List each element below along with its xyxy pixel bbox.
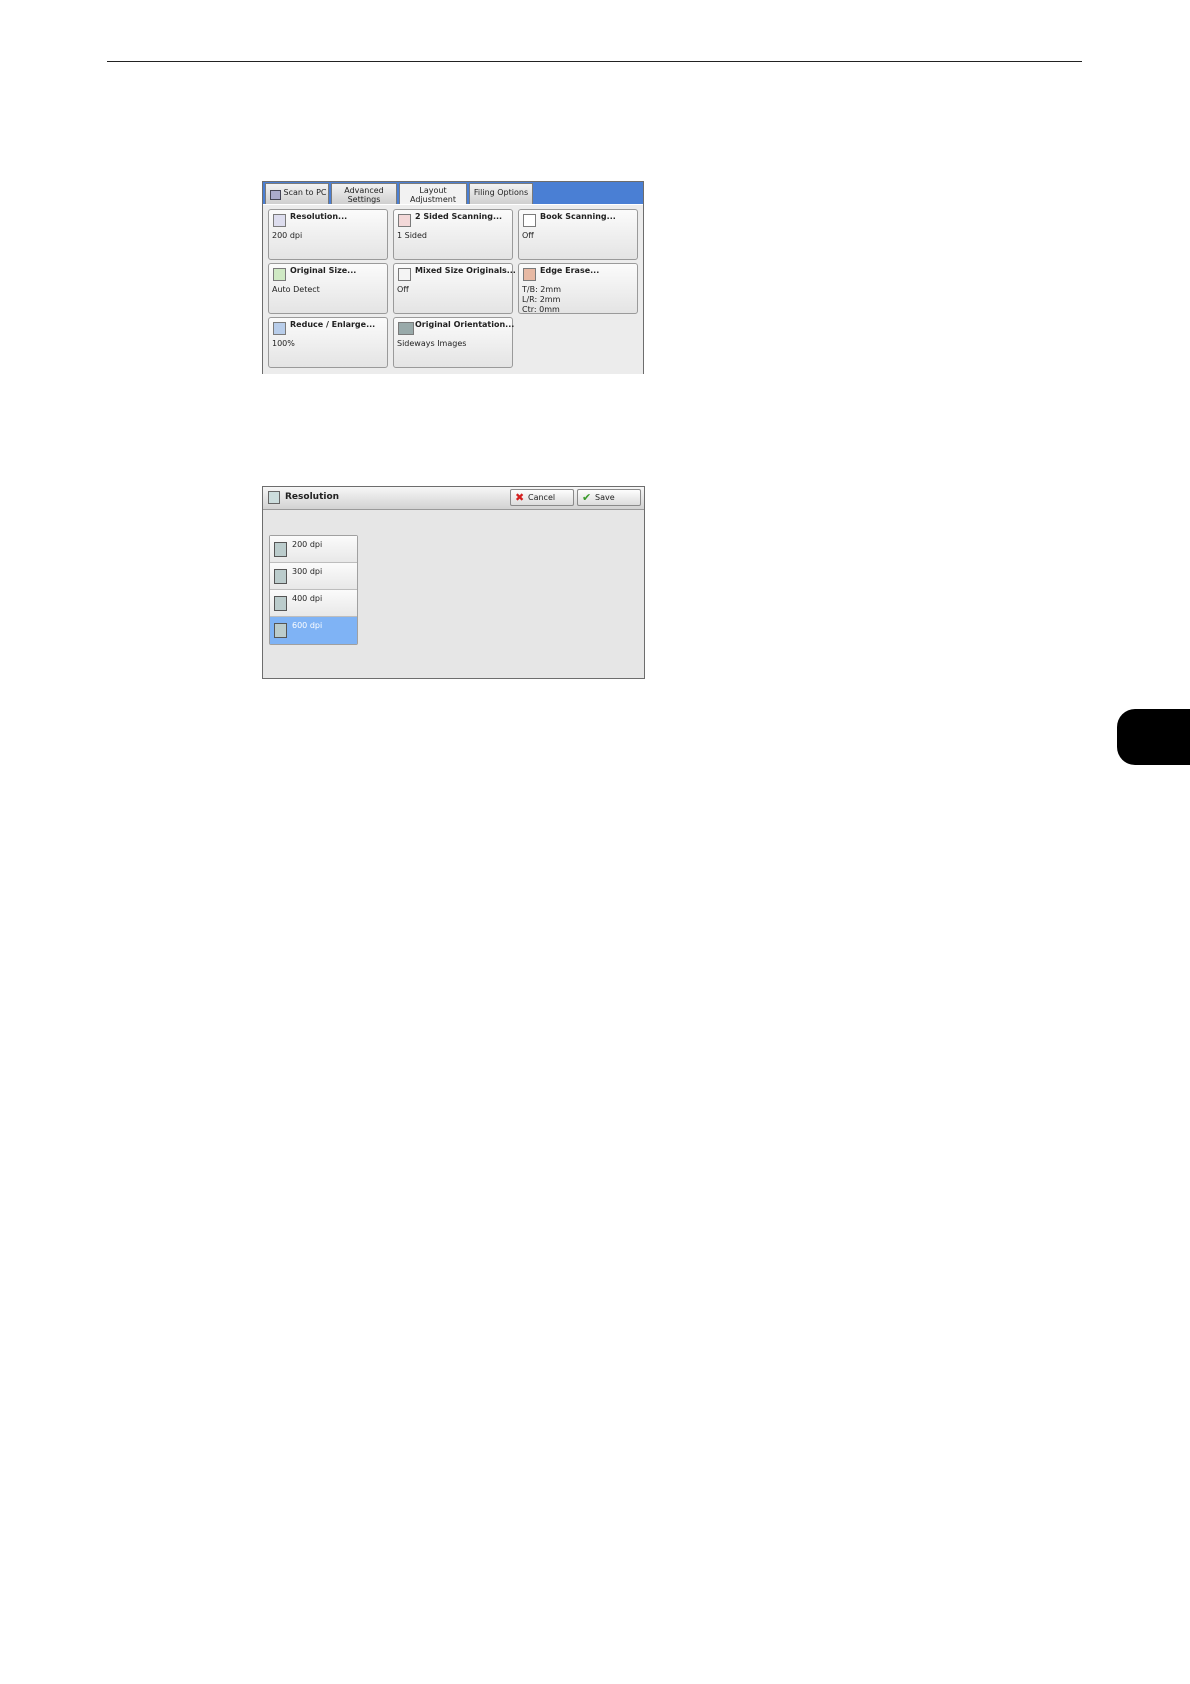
layout-adjustment-screen: Scan to PC Advanced Settings Layout Adju… (262, 181, 644, 374)
tab-layout-adjustment[interactable]: Layout Adjustment (399, 183, 467, 205)
book-icon (523, 214, 536, 227)
resolution-option-icon (274, 569, 287, 584)
orientation-icon (398, 322, 414, 335)
option-300-dpi[interactable]: 300 dpi (270, 563, 357, 590)
feature-panel: Resolution... 200 dpi 2 Sided Scanning..… (263, 204, 643, 374)
resolution-button[interactable]: Resolution... 200 dpi (268, 209, 388, 260)
resolution-option-icon (274, 623, 287, 638)
resolution-option-icon (274, 596, 287, 611)
original-orientation-button[interactable]: Original Orientation... Sideways Images (393, 317, 514, 368)
book-scanning-button[interactable]: Book Scanning... Off (518, 209, 638, 260)
resolution-screen: Resolution ✖ Cancel ✔ Save 200 dpi 300 d… (262, 486, 645, 679)
resolution-options-list: 200 dpi 300 dpi 400 dpi 600 dpi (269, 535, 358, 645)
two-sided-icon (398, 214, 411, 227)
resolution-option-icon (274, 542, 287, 557)
original-size-icon (273, 268, 286, 281)
option-200-dpi[interactable]: 200 dpi (270, 536, 357, 563)
resolution-icon (273, 214, 286, 227)
scan-to-pc-icon (270, 190, 281, 200)
reduce-enlarge-icon (273, 322, 286, 335)
chapter-side-tab (1117, 709, 1190, 765)
original-size-button[interactable]: Original Size... Auto Detect (268, 263, 388, 314)
edge-erase-icon (523, 268, 536, 281)
save-button[interactable]: ✔ Save (577, 489, 641, 506)
cancel-x-icon: ✖ (515, 491, 525, 504)
checkmark-icon: ✔ (582, 491, 592, 504)
option-600-dpi[interactable]: 600 dpi (270, 617, 357, 644)
tab-scan-to-pc[interactable]: Scan to PC (265, 183, 329, 204)
header-rule (107, 61, 1082, 62)
resolution-icon (268, 491, 280, 504)
title-bar: Resolution ✖ Cancel ✔ Save (263, 487, 644, 510)
mixed-size-icon (398, 268, 411, 281)
tab-filing-options[interactable]: Filing Options (469, 183, 533, 204)
screen-title: Resolution (285, 492, 340, 502)
tab-bar: Scan to PC Advanced Settings Layout Adju… (263, 182, 643, 205)
reduce-enlarge-button[interactable]: Reduce / Enlarge... 100% (268, 317, 388, 368)
edge-erase-values: T/B: 2mm L/R: 2mm Ctr: 0mm (522, 285, 561, 314)
two-sided-scanning-button[interactable]: 2 Sided Scanning... 1 Sided (393, 209, 513, 260)
tab-advanced-settings[interactable]: Advanced Settings (331, 183, 397, 204)
option-400-dpi[interactable]: 400 dpi (270, 590, 357, 617)
cancel-button[interactable]: ✖ Cancel (510, 489, 574, 506)
mixed-size-originals-button[interactable]: Mixed Size Originals... Off (393, 263, 516, 314)
edge-erase-button[interactable]: Edge Erase... T/B: 2mm L/R: 2mm Ctr: 0mm (518, 263, 638, 314)
